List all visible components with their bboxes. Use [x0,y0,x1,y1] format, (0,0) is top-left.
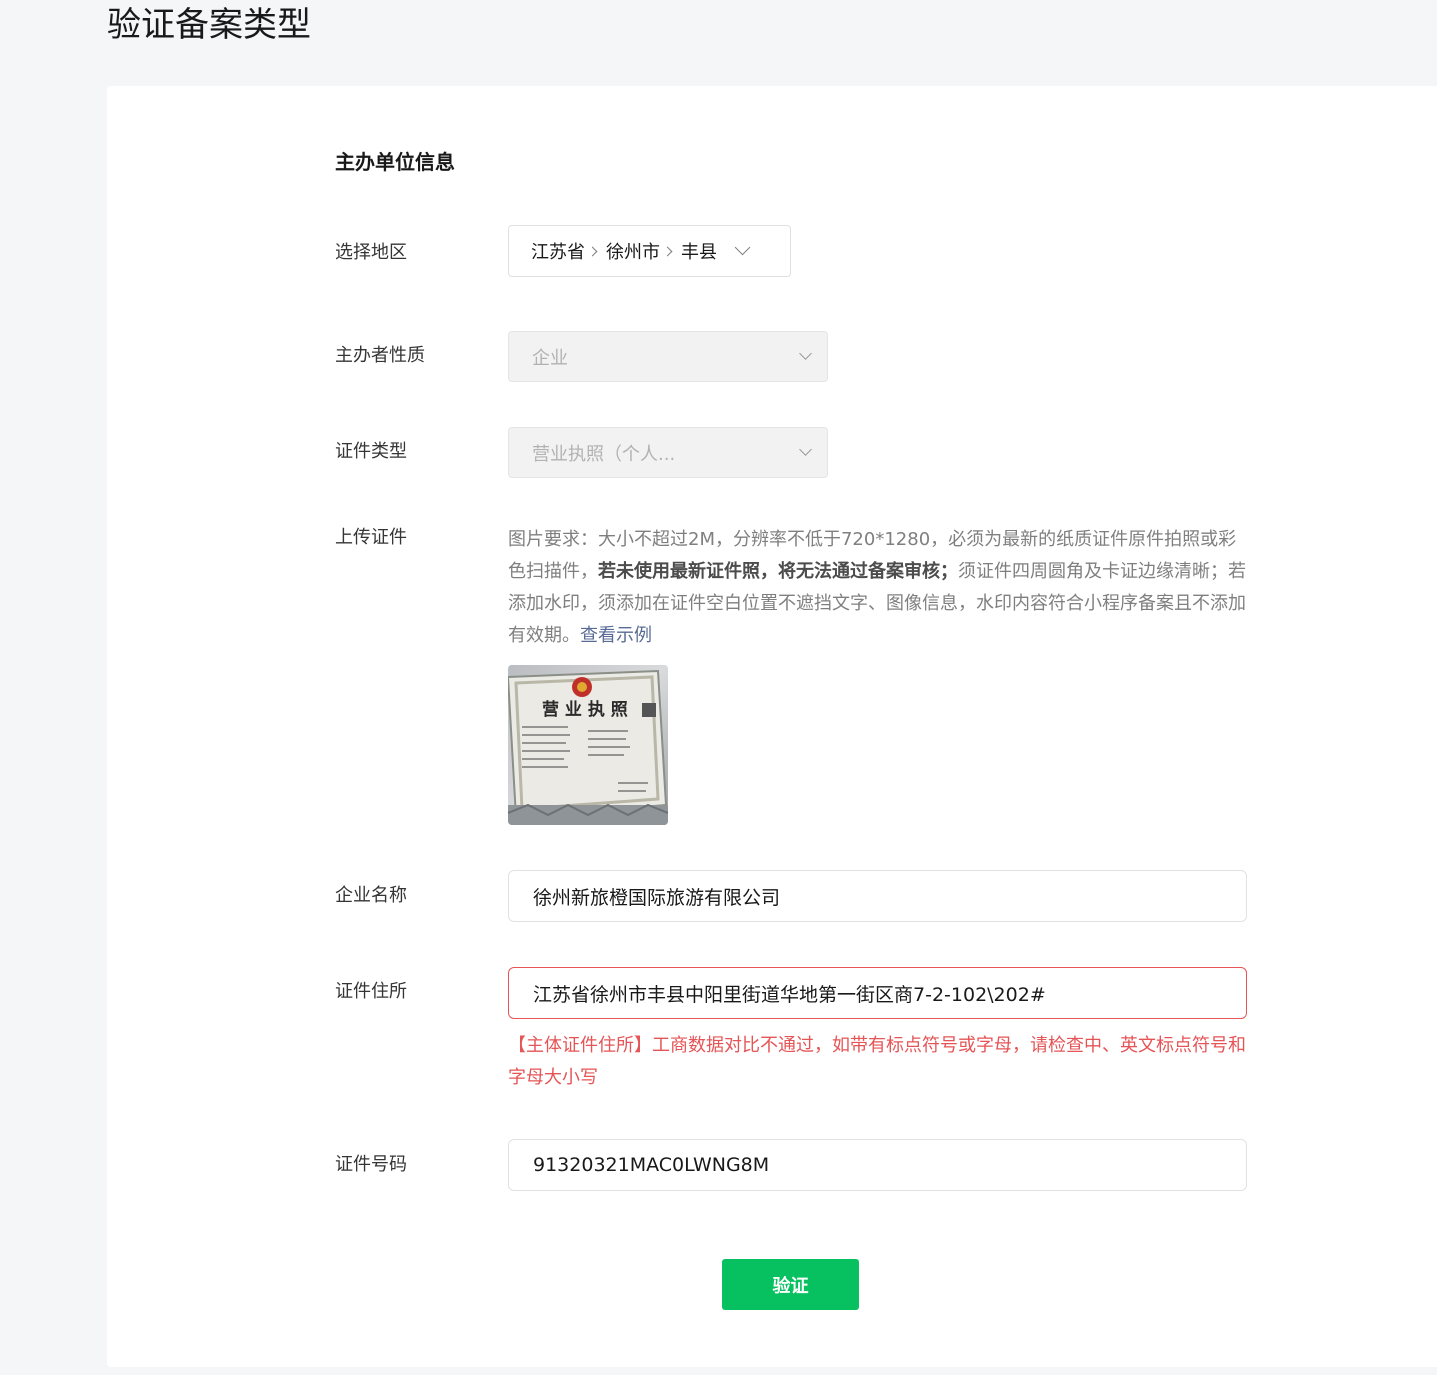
verify-button[interactable]: 验证 [722,1259,859,1310]
region-select[interactable]: 江苏省 徐州市 丰县 [508,225,791,277]
company-name-input[interactable]: 徐州新旅橙国际旅游有限公司 [508,870,1247,922]
cert-address-input[interactable]: 江苏省徐州市丰县中阳里街道华地第一街区商7-2-102\202# [508,967,1247,1019]
view-example-link[interactable]: 查看示例 [580,625,652,646]
chevron-right-icon [662,246,673,256]
license-title-text: 营 业 执 照 [542,699,628,720]
page-title: 验证备案类型 [107,5,311,45]
chevron-right-icon [587,246,598,256]
chevron-down-icon [734,239,751,255]
chevron-down-icon [799,347,812,360]
upload-label: 上传证件 [335,527,407,548]
form-card: 主办单位信息 选择地区 江苏省 徐州市 丰县 主办者性质 企业 证件类型 营业执… [107,86,1437,1367]
cert-number-label: 证件号码 [335,1154,407,1175]
company-name-label: 企业名称 [335,885,407,906]
cert-address-error: 【主体证件住所】工商数据对比不通过，如带有标点符号或字母，请检查中、英文标点符号… [508,1035,1246,1088]
sponsor-nature-label: 主办者性质 [335,345,425,366]
uploaded-license-thumbnail[interactable]: 营 业 执 照 [508,665,668,825]
section-title: 主办单位信息 [335,150,455,174]
cert-number-input[interactable]: 91320321MAC0LWNG8M [508,1139,1247,1191]
upload-desc-warning: 若未使用最新证件照，将无法通过备案审核； [598,561,958,582]
region-label: 选择地区 [335,242,407,263]
chevron-down-icon [799,443,812,456]
cert-type-label: 证件类型 [335,441,407,462]
cert-address-label: 证件住所 [335,981,407,1002]
region-province: 江苏省 [531,242,585,263]
sponsor-nature-value: 企业 [532,347,568,369]
cert-type-select: 营业执照（个人... [508,427,828,478]
upload-requirements: 图片要求：大小不超过2M，分辨率不低于720*1280，必须为最新的纸质证件原件… [508,524,1248,652]
region-city: 徐州市 [606,242,660,263]
business-license-image: 营 业 执 照 [508,665,668,825]
region-county: 丰县 [681,242,717,263]
sponsor-nature-select: 企业 [508,331,828,382]
cert-type-value: 营业执照（个人... [532,443,676,465]
